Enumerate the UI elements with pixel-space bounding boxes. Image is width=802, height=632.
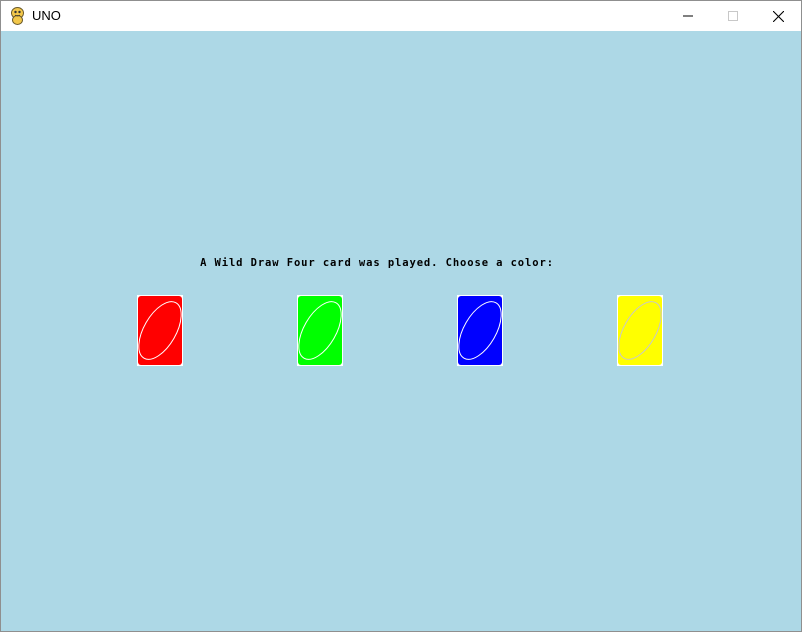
blue-color-card[interactable]	[457, 295, 503, 366]
minimize-icon	[683, 15, 693, 17]
yellow-color-card[interactable]	[617, 295, 663, 366]
window-title: UNO	[32, 8, 61, 23]
card-face	[298, 296, 342, 365]
red-color-card[interactable]	[137, 295, 183, 366]
maximize-button[interactable]	[710, 1, 756, 31]
game-canvas: A Wild Draw Four card was played. Choose…	[1, 31, 801, 631]
card-face	[618, 296, 662, 365]
green-color-card[interactable]	[297, 295, 343, 366]
card-face	[458, 296, 502, 365]
title-bar[interactable]: UNO	[1, 1, 801, 31]
game-window: UNO A Wild Draw Four card was played. Ch…	[0, 0, 802, 632]
maximize-icon	[728, 11, 738, 21]
close-icon	[772, 10, 784, 22]
pygame-snake-icon	[11, 7, 24, 25]
color-choice-prompt: A Wild Draw Four card was played. Choose…	[200, 257, 554, 269]
minimize-button[interactable]	[665, 1, 711, 31]
close-button[interactable]	[755, 1, 801, 31]
card-face	[138, 296, 182, 365]
